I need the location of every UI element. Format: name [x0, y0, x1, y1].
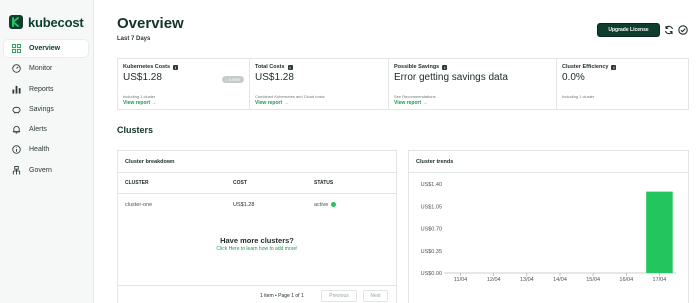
status-dot-icon — [331, 202, 337, 207]
previous-page-button[interactable]: Previous — [321, 290, 357, 302]
change-badge: ↓ 0.00% — [221, 76, 244, 83]
kpi-possible-savings: Possible Savings i Error getting savings … — [389, 59, 557, 109]
panel-title: Cluster breakdown — [118, 151, 396, 173]
check-circle-icon[interactable] — [678, 25, 688, 35]
cluster-name[interactable]: cluster-one — [125, 202, 152, 208]
cluster-cost: US$1.28 — [233, 201, 255, 208]
y-tick-label: US$0.00 — [421, 271, 442, 277]
x-tick-label: 12/04 — [487, 277, 501, 283]
pagination: 1 item • Page 1 of 1 Previous Next — [118, 285, 396, 303]
brand-name: kubecost — [28, 14, 84, 30]
kpi-title: Possible Savings — [394, 64, 440, 70]
sidebar-item-label: Reports — [29, 85, 54, 93]
sidebar-item-label: Savings — [29, 105, 54, 113]
column-header-cost[interactable]: COST — [233, 180, 247, 186]
kpi-total-costs: Total Costs i US$1.28 Combined Kubernetes… — [250, 59, 389, 109]
pagination-summary: 1 item • Page 1 of 1 — [260, 293, 304, 299]
cluster-status: active — [314, 202, 337, 208]
table-header: CLUSTER COST STATUS — [118, 173, 396, 194]
cluster-trends-chart: US$0.00 US$0.35 US$0.70 US$1.05 US$1.40 11/04… — [421, 182, 676, 283]
y-tick-label: US$0.35 — [421, 249, 442, 255]
date-range-label[interactable]: Last 7 Days — [117, 36, 150, 42]
kpi-cluster-efficiency: Cluster Efficiency i 0.0% Including 1 clu… — [557, 59, 688, 109]
bar-chart-icon — [12, 85, 21, 94]
upgrade-license-button[interactable]: Upgrade License — [598, 24, 659, 36]
sidebar-item-savings[interactable]: Savings — [4, 101, 88, 118]
sidebar-item-monitor[interactable]: Monitor — [4, 60, 88, 77]
column-header-status[interactable]: STATUS — [314, 180, 333, 186]
logo[interactable]: kubecost — [8, 14, 84, 30]
info-icon[interactable]: i — [287, 64, 293, 70]
y-tick-label: US$1.05 — [421, 204, 442, 210]
page-title: Overview — [117, 15, 184, 32]
bar-17-04 — [646, 191, 673, 273]
piggy-bank-icon — [12, 105, 21, 114]
info-icon[interactable]: i — [611, 64, 617, 70]
hierarchy-icon — [12, 165, 21, 175]
kpi-kubernetes-costs: Kubernetes Costs i US$1.28 ↓ 0.00% Includ… — [118, 59, 250, 109]
cluster-trends-panel: Cluster trends US$0.00 US$0.35 US$0.70 US$1… — [408, 150, 689, 303]
grid-icon — [12, 44, 21, 53]
bell-icon — [12, 125, 21, 134]
view-report-link[interactable]: View report → — [255, 100, 289, 106]
sidebar-item-label: Govern — [29, 166, 52, 174]
kpi-value: US$1.28 — [255, 72, 294, 83]
kpi-title: Total Costs — [255, 64, 285, 70]
x-tick-label: 13/04 — [520, 277, 534, 283]
add-clusters-link[interactable]: Click Here to learn how to add more! — [118, 246, 396, 252]
kpi-note: Including 1 cluster — [123, 94, 156, 99]
y-tick-label: US$1.40 — [421, 182, 442, 188]
x-tick-label: 17/04 — [653, 277, 667, 283]
column-header-cluster[interactable]: CLUSTER — [125, 180, 149, 186]
kpi-summary: Kubernetes Costs i US$1.28 ↓ 0.00% Includ… — [117, 58, 689, 110]
view-report-link[interactable]: View report → — [123, 100, 157, 106]
kpi-note: Including 1 cluster — [562, 94, 595, 99]
sidebar-item-label: Overview — [29, 45, 61, 52]
kpi-title: Kubernetes Costs — [123, 64, 171, 70]
sidebar-item-label: Alerts — [29, 126, 47, 134]
sidebar-nav: Overview Monitor Reports Savings Alerts — [4, 40, 88, 182]
sidebar-item-govern[interactable]: Govern — [4, 162, 88, 179]
sidebar: kubecost Overview Monitor Reports Saving… — [0, 0, 94, 303]
kpi-value: 0.0% — [562, 72, 585, 83]
cluster-table: CLUSTER COST STATUS cluster-one US$1.28 … — [118, 173, 396, 215]
sidebar-item-overview[interactable]: Overview — [4, 40, 88, 57]
table-row[interactable]: cluster-one US$1.28 active — [118, 194, 396, 215]
x-tick-label: 15/04 — [586, 277, 600, 283]
next-page-button[interactable]: Next — [363, 290, 388, 302]
kpi-note: See Recommendations — [394, 94, 436, 99]
kubecost-logo-icon — [9, 15, 23, 29]
more-clusters-title: Have more clusters? — [220, 236, 294, 245]
clusters-section-title: Clusters — [117, 125, 154, 135]
x-tick-label: 11/04 — [454, 277, 467, 283]
kpi-note: Combined Kubernetes and Cloud costs — [255, 94, 325, 99]
y-tick-label: US$0.70 — [421, 227, 442, 233]
cluster-breakdown-panel: Cluster breakdown CLUSTER COST STATUS cl… — [117, 150, 397, 303]
sidebar-item-alerts[interactable]: Alerts — [4, 121, 88, 138]
sidebar-item-reports[interactable]: Reports — [4, 81, 88, 98]
sidebar-item-health[interactable]: Health — [4, 141, 88, 158]
kpi-value: Error getting savings data — [394, 72, 508, 83]
refresh-icon[interactable] — [664, 25, 674, 35]
gauge-icon — [12, 64, 21, 74]
info-circle-icon — [12, 145, 21, 155]
info-icon[interactable]: i — [173, 64, 179, 70]
panel-title: Cluster trends — [409, 151, 688, 173]
sidebar-item-label: Monitor — [29, 65, 53, 73]
view-report-link[interactable]: View report → — [394, 100, 428, 106]
kpi-title: Cluster Efficiency — [562, 64, 609, 70]
x-tick-label: 16/04 — [619, 277, 633, 283]
x-tick-label: 14/04 — [553, 277, 567, 283]
info-icon[interactable]: i — [442, 64, 448, 70]
sidebar-item-label: Health — [29, 146, 50, 154]
